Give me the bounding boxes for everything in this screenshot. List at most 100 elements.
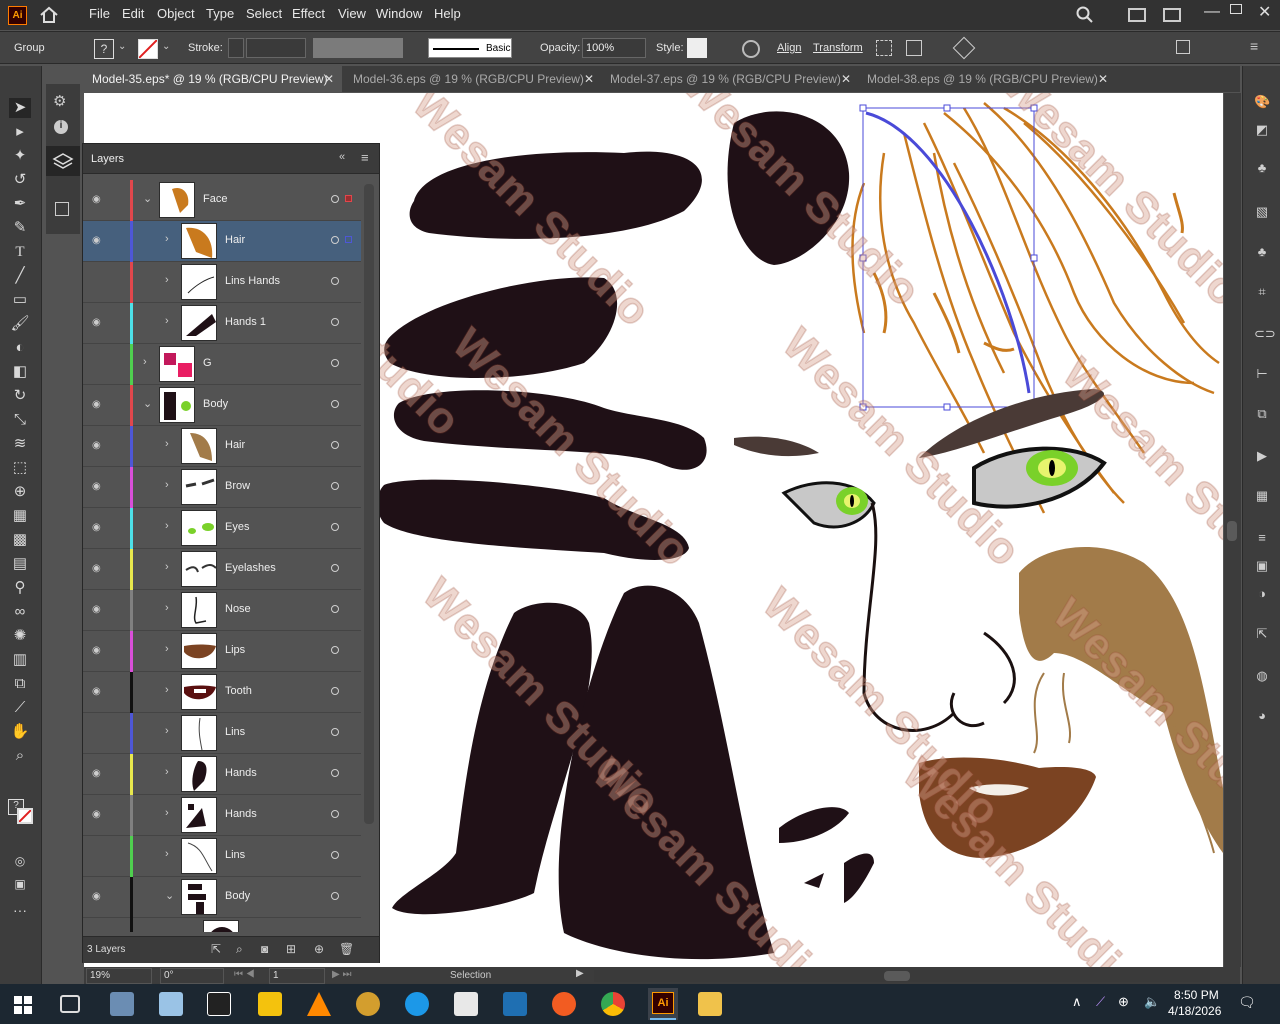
- visibility-eye-icon[interactable]: ◉: [92, 686, 104, 698]
- filmora-icon[interactable]: [207, 992, 231, 1016]
- layer-name[interactable]: Body: [225, 890, 250, 902]
- visibility-eye-icon[interactable]: ◉: [92, 768, 104, 780]
- first-artboard-icon[interactable]: ⏮ ◀: [234, 969, 255, 980]
- search-icon[interactable]: [1076, 6, 1094, 27]
- layer-row-hands[interactable]: ◉ › Hands: [83, 754, 361, 795]
- gradient-tool-icon[interactable]: ▤: [9, 554, 31, 574]
- start-windows-icon[interactable]: [14, 996, 32, 1017]
- menu-file[interactable]: File: [89, 6, 110, 21]
- envelope-icon[interactable]: [952, 36, 976, 60]
- type-tool-icon[interactable]: T: [9, 242, 31, 262]
- layer-name[interactable]: Lins: [225, 726, 245, 738]
- more-options-icon[interactable]: [1176, 40, 1190, 54]
- zoom-tool-icon[interactable]: ⌕: [9, 746, 31, 766]
- layer-name[interactable]: G: [203, 357, 212, 369]
- menu-object[interactable]: Object: [157, 6, 195, 21]
- stroke-weight-field[interactable]: [246, 38, 306, 58]
- layer-name[interactable]: Tooth: [225, 685, 252, 697]
- free-transform-tool-icon[interactable]: ⬚: [9, 458, 31, 478]
- properties-gear-icon[interactable]: ⚙: [53, 92, 66, 110]
- clock-date[interactable]: 4/18/2026: [1168, 1004, 1221, 1018]
- close-tab-icon[interactable]: ✕: [1098, 66, 1108, 92]
- layer-row-hair[interactable]: ◉ › Hair: [83, 221, 361, 262]
- menu-help[interactable]: Help: [434, 6, 461, 21]
- fill-swatch[interactable]: ?: [94, 39, 114, 59]
- vlc-icon[interactable]: [307, 992, 331, 1016]
- expand-chevron-icon[interactable]: ›: [165, 766, 169, 778]
- collapse-panel-icon[interactable]: «: [339, 151, 345, 163]
- draw-mode-icon[interactable]: ◎: [9, 851, 31, 871]
- status-menu-arrow-icon[interactable]: ▶: [576, 968, 584, 979]
- links-icon[interactable]: ⊂⊃: [1254, 326, 1276, 342]
- pen-tray-icon[interactable]: ⟋: [1096, 994, 1105, 1010]
- layers-panel-icon[interactable]: [46, 146, 80, 176]
- layer-row-body-sub[interactable]: ◉ ⌄ Body: [83, 877, 361, 918]
- visibility-eye-icon[interactable]: ◉: [92, 891, 104, 903]
- scale-tool-icon[interactable]: ⤡: [9, 410, 31, 430]
- panel-menu-icon[interactable]: ≡: [1250, 38, 1258, 54]
- visibility-eye-icon[interactable]: ◉: [92, 522, 104, 534]
- tab-model-38[interactable]: Model-38.eps @ 19 % (RGB/CPU Preview) ✕: [859, 66, 1116, 92]
- layer-row-g[interactable]: › G: [83, 344, 361, 385]
- expand-chevron-icon[interactable]: ›: [165, 233, 169, 245]
- expand-chevron-icon[interactable]: ›: [165, 807, 169, 819]
- arrange-documents-icon[interactable]: [1128, 8, 1146, 22]
- arrange-icon[interactable]: [906, 40, 922, 56]
- layer-row-eyes[interactable]: ◉ › Eyes: [83, 508, 361, 549]
- visibility-eye-icon[interactable]: ◉: [92, 235, 104, 247]
- slice-tool-icon[interactable]: ⟋: [9, 698, 31, 718]
- menu-edit[interactable]: Edit: [122, 6, 144, 21]
- target-circle-icon[interactable]: [331, 236, 339, 244]
- show-hidden-icons-icon[interactable]: ∧: [1072, 994, 1082, 1010]
- target-circle-icon[interactable]: [331, 318, 339, 326]
- tab-model-37[interactable]: Model-37.eps @ 19 % (RGB/CPU Preview) ✕: [602, 66, 859, 92]
- layers-scrollbar[interactable]: [364, 184, 374, 824]
- export-icon[interactable]: ⇱: [1254, 626, 1270, 642]
- app-camera-icon[interactable]: [454, 992, 478, 1016]
- player-icon[interactable]: [258, 992, 282, 1016]
- layer-row-eyelashes[interactable]: ◉ › Eyelashes: [83, 549, 361, 590]
- restore-icon[interactable]: [1230, 4, 1242, 14]
- color-guide-icon[interactable]: ◩: [1254, 122, 1270, 138]
- target-circle-icon[interactable]: [331, 195, 339, 203]
- layer-row-hands-1[interactable]: ◉ › Hands 1: [83, 303, 361, 344]
- layer-row-hands-2[interactable]: ◉ › Hands: [83, 795, 361, 836]
- new-sublayer-icon[interactable]: ⊞: [286, 942, 296, 956]
- layers-menu-icon[interactable]: ≡: [361, 150, 369, 165]
- expand-chevron-icon[interactable]: ›: [165, 725, 169, 737]
- lasso-tool-icon[interactable]: ↺: [9, 170, 31, 190]
- selection-indicator[interactable]: [345, 236, 352, 243]
- layer-row-lins[interactable]: › Lins: [83, 713, 361, 754]
- layer-row-tooth[interactable]: ◉ › Tooth: [83, 672, 361, 713]
- task-view-icon[interactable]: [60, 995, 80, 1013]
- expand-chevron-icon[interactable]: ›: [165, 438, 169, 450]
- symbols-icon[interactable]: ♣: [1254, 244, 1270, 260]
- layer-name[interactable]: Brow: [225, 480, 250, 492]
- visibility-eye-icon[interactable]: ◉: [92, 604, 104, 616]
- close-tab-icon[interactable]: ✕: [584, 66, 594, 92]
- menu-view[interactable]: View: [338, 6, 366, 21]
- layer-name[interactable]: Hands 1: [225, 316, 266, 328]
- target-circle-icon[interactable]: [331, 482, 339, 490]
- delete-layer-icon[interactable]: 🗑: [339, 942, 354, 956]
- target-circle-icon[interactable]: [331, 441, 339, 449]
- target-circle-icon[interactable]: [331, 810, 339, 818]
- menu-window[interactable]: Window: [376, 6, 422, 21]
- volume-icon[interactable]: 🔈: [1144, 994, 1160, 1010]
- layer-name[interactable]: Hair: [225, 439, 245, 451]
- new-layer-icon[interactable]: ⊕: [314, 942, 324, 956]
- layer-row-lips[interactable]: ◉ › Lips: [83, 631, 361, 672]
- layer-name[interactable]: Eyelashes: [225, 562, 276, 574]
- scroll-thumb[interactable]: [1227, 521, 1237, 541]
- target-circle-icon[interactable]: [331, 687, 339, 695]
- selection-tool-icon[interactable]: ➤: [9, 98, 31, 118]
- transparency-icon[interactable]: ◑: [1254, 586, 1270, 602]
- artboard-number-field[interactable]: 1: [269, 968, 325, 984]
- graphic-style-swatch[interactable]: [687, 38, 707, 58]
- mesh-tool-icon[interactable]: ▩: [9, 530, 31, 550]
- expand-chevron-icon[interactable]: ›: [165, 520, 169, 532]
- layer-name[interactable]: Lips: [225, 644, 245, 656]
- app-paw-icon[interactable]: [356, 992, 380, 1016]
- firefox-icon[interactable]: [552, 992, 576, 1016]
- photos-app-icon[interactable]: [110, 992, 134, 1016]
